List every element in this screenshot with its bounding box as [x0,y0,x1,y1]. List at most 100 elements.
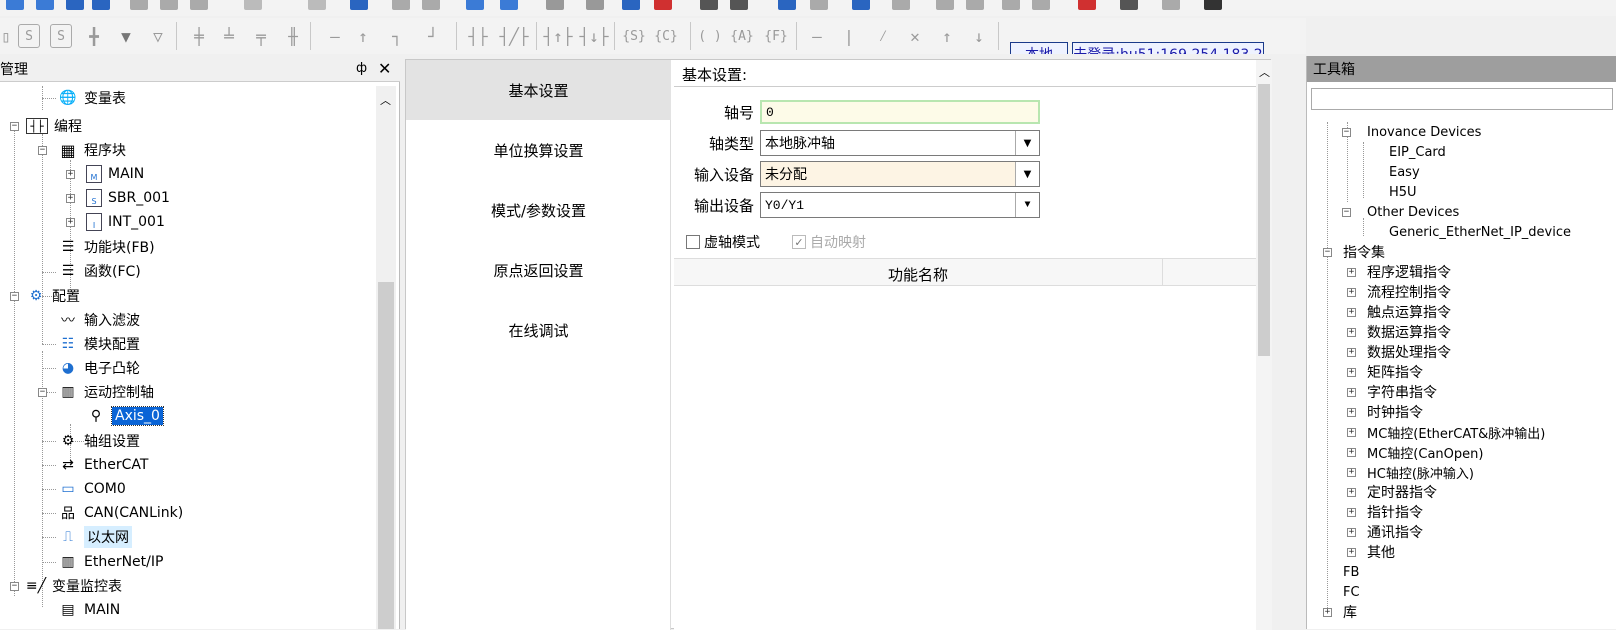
toolbox-instr-1[interactable]: 程序逻辑指令 [1367,262,1451,282]
save-icon[interactable] [66,0,84,10]
toolbox-instr-5[interactable]: 数据处理指令 [1367,342,1451,362]
expand-icon[interactable]: + [1347,268,1356,277]
collapse-icon[interactable]: − [38,146,47,155]
tree-item-sbr[interactable]: S SBR_001 [86,186,170,210]
nav-online[interactable]: 在线调试 [406,300,671,360]
collapse-icon[interactable]: − [10,122,19,131]
upload-icon[interactable] [700,0,718,10]
tree-item-module-config[interactable]: ☷ 模块配置 [58,332,140,356]
stop-icon[interactable] [654,0,672,10]
chevron-down-icon[interactable]: ▼ [1015,131,1039,155]
chevron-down-icon[interactable]: ▼ [1015,193,1039,217]
toolbox-h5u[interactable]: H5U [1389,182,1417,202]
local-button[interactable]: 本地 [1010,42,1068,54]
expand-icon[interactable]: + [1347,328,1356,337]
tree-item-axis0[interactable]: ⚲ Axis_0 [86,404,164,428]
scroll-up-icon[interactable]: ︿ [1259,64,1270,80]
new-file-icon[interactable] [6,0,24,10]
toolbox-fc[interactable]: FC [1343,582,1360,602]
tree-item-program-blocks[interactable]: ▦ 程序块 [58,138,126,162]
toolbox-instr-12[interactable]: 定时器指令 [1367,482,1437,502]
compare-icon[interactable] [730,0,748,10]
rung3-icon[interactable]: ╤ [248,24,274,48]
collapse-icon[interactable]: − [10,582,19,591]
falling-edge-icon[interactable]: ┤↓├ [580,24,609,48]
output-device-select[interactable]: Y0/Y1 ▼ [760,192,1040,218]
toolbox-inovance[interactable]: Inovance Devices [1367,122,1481,142]
nav-home[interactable]: 原点返回设置 [406,240,671,300]
tree-item-programming[interactable]: ┤├ 编程 [26,114,82,138]
corner1-icon[interactable]: ┐ [382,24,412,48]
expand-icon[interactable]: + [1347,288,1356,297]
rising-edge-icon[interactable]: ┤↑├ [544,24,573,48]
toolbox-eip-card[interactable]: EIP_Card [1389,142,1446,162]
tree-item-var-table[interactable]: 🌐 变量表 [58,86,126,110]
undo-icon[interactable] [244,0,262,10]
vline-up-icon[interactable]: ↑ [352,24,374,48]
rung1-icon[interactable]: ╪ [186,24,212,48]
expand-icon[interactable]: + [1347,388,1356,397]
copy-icon[interactable] [160,0,178,10]
nc-contact-icon[interactable]: ┤╱├ [500,24,529,48]
toolbox-instr-7[interactable]: 字符串指令 [1367,382,1437,402]
toolbox-other-devices[interactable]: Other Devices [1367,202,1459,222]
down-arrow-icon[interactable]: ▼ [114,24,138,48]
collapse-icon[interactable]: − [10,292,19,301]
expand-icon[interactable]: + [66,218,75,227]
toolbox-instr-13[interactable]: 指针指令 [1367,502,1423,522]
toolbox-instr-6[interactable]: 矩阵指令 [1367,362,1423,382]
rung4-icon[interactable]: ╫ [280,24,306,48]
tree-item-motion-axis[interactable]: ▥ 运动控制轴 [58,380,154,404]
tree-item-ethernet[interactable]: ⎍ 以太网 [58,525,132,549]
search-icon[interactable] [350,0,368,10]
tree-item-com0[interactable]: ▭ COM0 [58,477,125,501]
tool4-icon[interactable] [1032,0,1050,10]
nav-unit[interactable]: 单位换算设置 [406,120,671,180]
collapse-icon[interactable]: − [1323,248,1332,257]
nav-mode[interactable]: 模式/参数设置 [406,180,671,240]
login-icon[interactable] [1120,0,1138,10]
expand-icon[interactable]: + [1347,468,1356,477]
expand-icon[interactable]: + [1347,508,1356,517]
collapse-icon[interactable]: − [1342,208,1351,217]
down-outline-icon[interactable]: ▽ [146,24,170,48]
open-folder-icon[interactable] [36,0,54,10]
expand-icon[interactable]: + [1347,448,1356,457]
set-coil-icon[interactable]: {S} [620,24,648,48]
coil-c-icon[interactable]: {C} [652,24,680,48]
toolbox-instr-14[interactable]: 通讯指令 [1367,522,1423,542]
scroll-up-icon[interactable]: ︿ [380,92,391,108]
layout2-icon[interactable] [500,0,518,10]
tree-item-ethercat[interactable]: ⇄ EtherCAT [58,453,148,477]
coil-icon[interactable]: ( ) [696,24,724,48]
tool2-icon[interactable] [966,0,984,10]
tree-item-fc[interactable]: ☰ 函数(FC) [58,259,141,283]
move-down-icon[interactable]: ↓ [968,24,990,48]
delete-icon[interactable] [308,0,326,10]
toolbox-instr-3[interactable]: 触点运算指令 [1367,302,1451,322]
expand-icon[interactable]: + [66,194,75,203]
no-contact-icon[interactable]: ┤├ [464,24,492,48]
toolbox-instr-11[interactable]: HC轴控(脉冲输入) [1367,462,1474,482]
rung2-icon[interactable]: ╧ [216,24,242,48]
tree-item-fb[interactable]: ☰ 功能块(FB) [58,235,155,259]
cut-icon[interactable] [130,0,148,10]
tree-item-input-filter[interactable]: 〰 输入滤波 [58,308,140,332]
expand-icon[interactable]: + [66,170,75,179]
tree-item-axis-group[interactable]: ⚙ 轴组设置 [58,429,140,453]
toolbox-instr-2[interactable]: 流程控制指令 [1367,282,1451,302]
toolbox-generic-eip[interactable]: Generic_EtherNet_IP_device [1389,222,1571,242]
tree-item-ethernetip[interactable]: ▥ EtherNet/IP [58,550,163,574]
axis-type-select[interactable]: 本地脉冲轴 ▼ [760,130,1040,156]
toolbox-easy[interactable]: Easy [1389,162,1420,182]
paste-icon[interactable] [190,0,208,10]
tree-item-cam[interactable]: ◕ 电子凸轮 [58,356,140,380]
expand-icon[interactable]: + [1347,368,1356,377]
collapse-icon[interactable]: − [1342,128,1351,137]
layout-icon[interactable] [466,0,484,10]
toolbox-instr-4[interactable]: 数据运算指令 [1367,322,1451,342]
download-icon[interactable] [622,0,640,10]
expand-icon[interactable]: + [1347,548,1356,557]
expand-icon[interactable]: + [1347,348,1356,357]
tree-item-config[interactable]: ⚙ 配置 [26,284,80,308]
